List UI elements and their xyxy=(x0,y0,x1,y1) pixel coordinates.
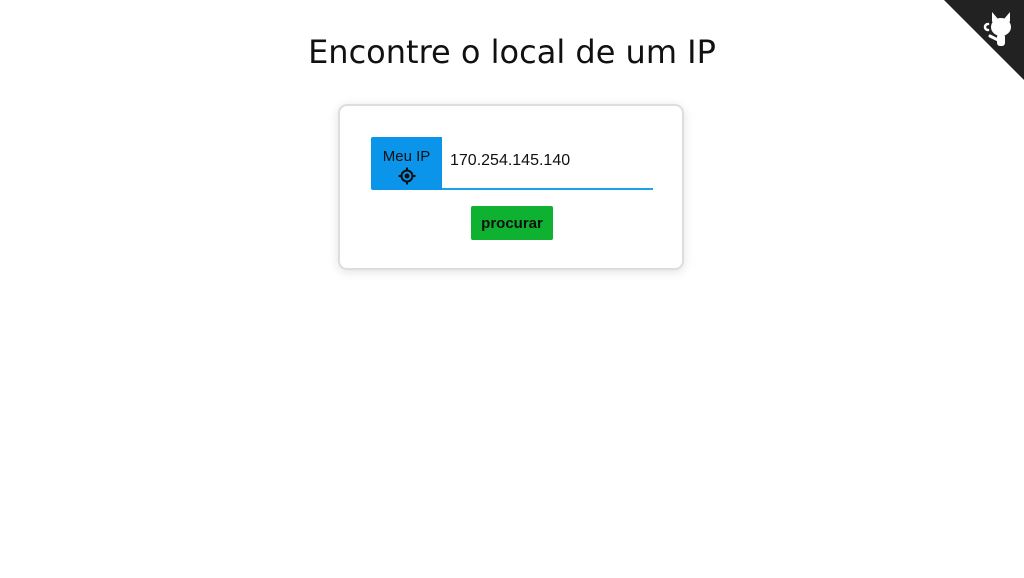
page-title: Encontre o local de um IP xyxy=(308,33,716,71)
ip-input[interactable] xyxy=(442,137,653,190)
my-ip-button-label: Meu IP xyxy=(382,147,431,165)
my-ip-button[interactable]: Meu IP xyxy=(371,137,442,190)
target-icon xyxy=(398,167,415,184)
github-corner-link[interactable] xyxy=(944,0,1024,80)
search-button[interactable]: procurar xyxy=(471,206,553,240)
github-corner-icon xyxy=(944,0,1024,80)
search-card: Meu IP procurar xyxy=(338,104,684,270)
